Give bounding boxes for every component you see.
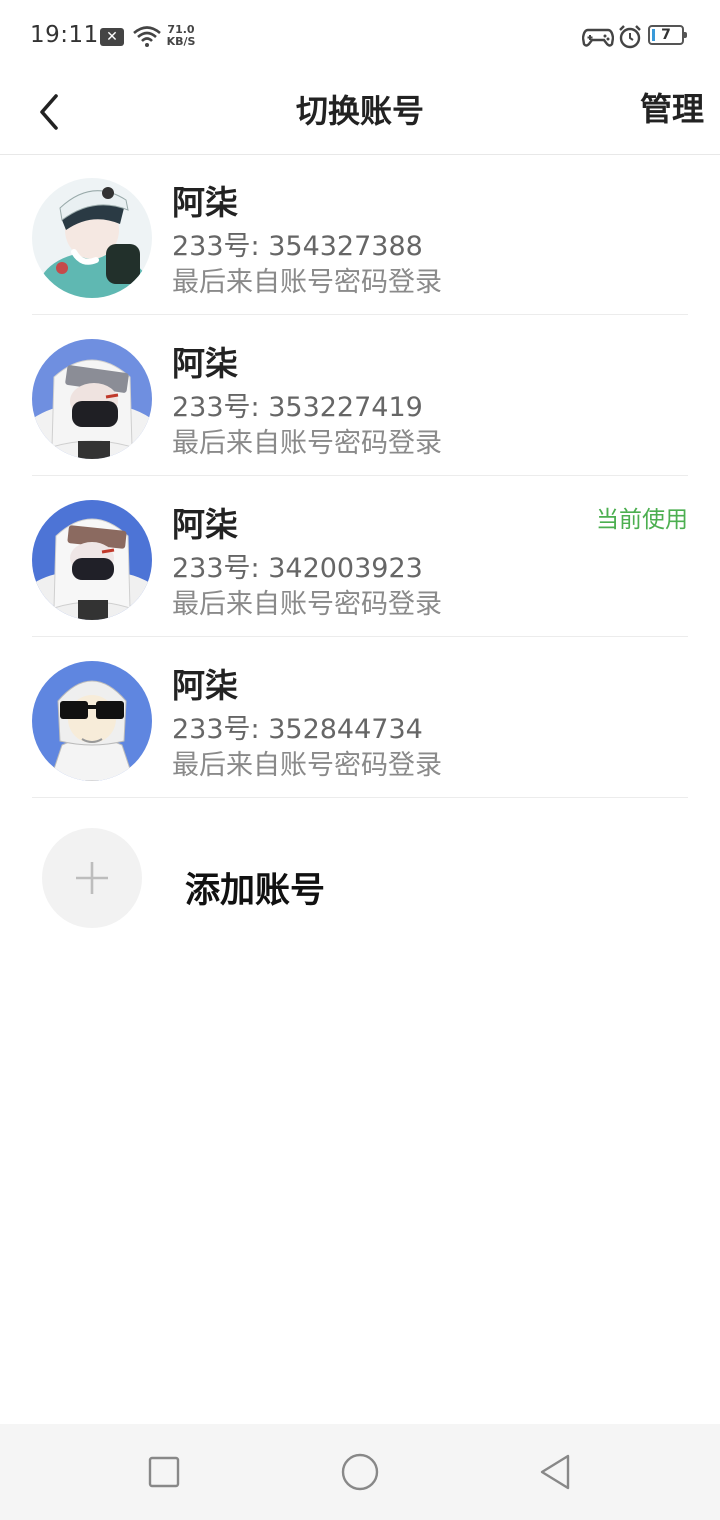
account-item-3[interactable]: 阿柒 233号: 342003923 最后来自账号密码登录 当前使用 xyxy=(32,476,688,637)
account-login-source: 最后来自账号密码登录 xyxy=(172,589,442,620)
system-nav-bar xyxy=(0,1424,720,1520)
add-account-label: 添加账号 xyxy=(185,871,326,911)
recent-apps-button[interactable] xyxy=(144,1452,184,1492)
gamepad-icon xyxy=(582,28,614,47)
current-account-badge: 当前使用 xyxy=(596,507,688,533)
avatar xyxy=(32,178,152,298)
avatar xyxy=(32,500,152,620)
status-time: 19:11 xyxy=(30,22,99,48)
account-id: 233号: 353227419 xyxy=(172,392,423,423)
account-name: 阿柒 xyxy=(172,344,238,383)
alarm-icon xyxy=(619,25,641,49)
account-name: 阿柒 xyxy=(172,183,238,222)
account-id: 233号: 352844734 xyxy=(172,714,423,745)
manage-button[interactable]: 管理 xyxy=(640,84,704,130)
close-box-icon: ✕ xyxy=(100,28,124,46)
account-name: 阿柒 xyxy=(172,666,238,705)
header: 切换账号 管理 xyxy=(0,72,720,155)
account-login-source: 最后来自账号密码登录 xyxy=(172,267,442,298)
avatar xyxy=(32,661,152,781)
triangle-back-icon xyxy=(540,1454,570,1490)
page-title: 切换账号 xyxy=(295,92,424,130)
battery-icon: 7 xyxy=(648,25,687,45)
account-item-2[interactable]: 阿柒 233号: 353227419 最后来自账号密码登录 xyxy=(32,315,688,476)
wifi-icon xyxy=(133,26,161,47)
account-login-source: 最后来自账号密码登录 xyxy=(172,428,442,459)
circle-icon xyxy=(341,1453,379,1491)
add-account-circle xyxy=(42,828,142,928)
account-id: 233号: 342003923 xyxy=(172,553,423,584)
account-item-4[interactable]: 阿柒 233号: 352844734 最后来自账号密码登录 xyxy=(32,637,688,798)
account-login-source: 最后来自账号密码登录 xyxy=(172,750,442,781)
network-speed-unit: KB/S xyxy=(166,35,196,48)
account-item-1[interactable]: 阿柒 233号: 354327388 最后来自账号密码登录 xyxy=(32,154,688,315)
home-button[interactable] xyxy=(340,1452,380,1492)
network-speed: 71.0 KB/S xyxy=(164,24,198,48)
account-list: 阿柒 233号: 354327388 最后来自账号密码登录 阿柒 233号: 3… xyxy=(0,154,720,798)
account-name: 阿柒 xyxy=(172,505,238,544)
add-account-button[interactable]: 添加账号 xyxy=(42,828,442,928)
nav-back-button[interactable] xyxy=(536,1452,576,1492)
status-bar: 19:11 ✕ 71.0 KB/S 7 xyxy=(0,0,720,72)
account-id: 233号: 354327388 xyxy=(172,231,423,262)
avatar xyxy=(32,339,152,459)
plus-icon xyxy=(76,862,108,894)
square-icon xyxy=(148,1456,180,1488)
